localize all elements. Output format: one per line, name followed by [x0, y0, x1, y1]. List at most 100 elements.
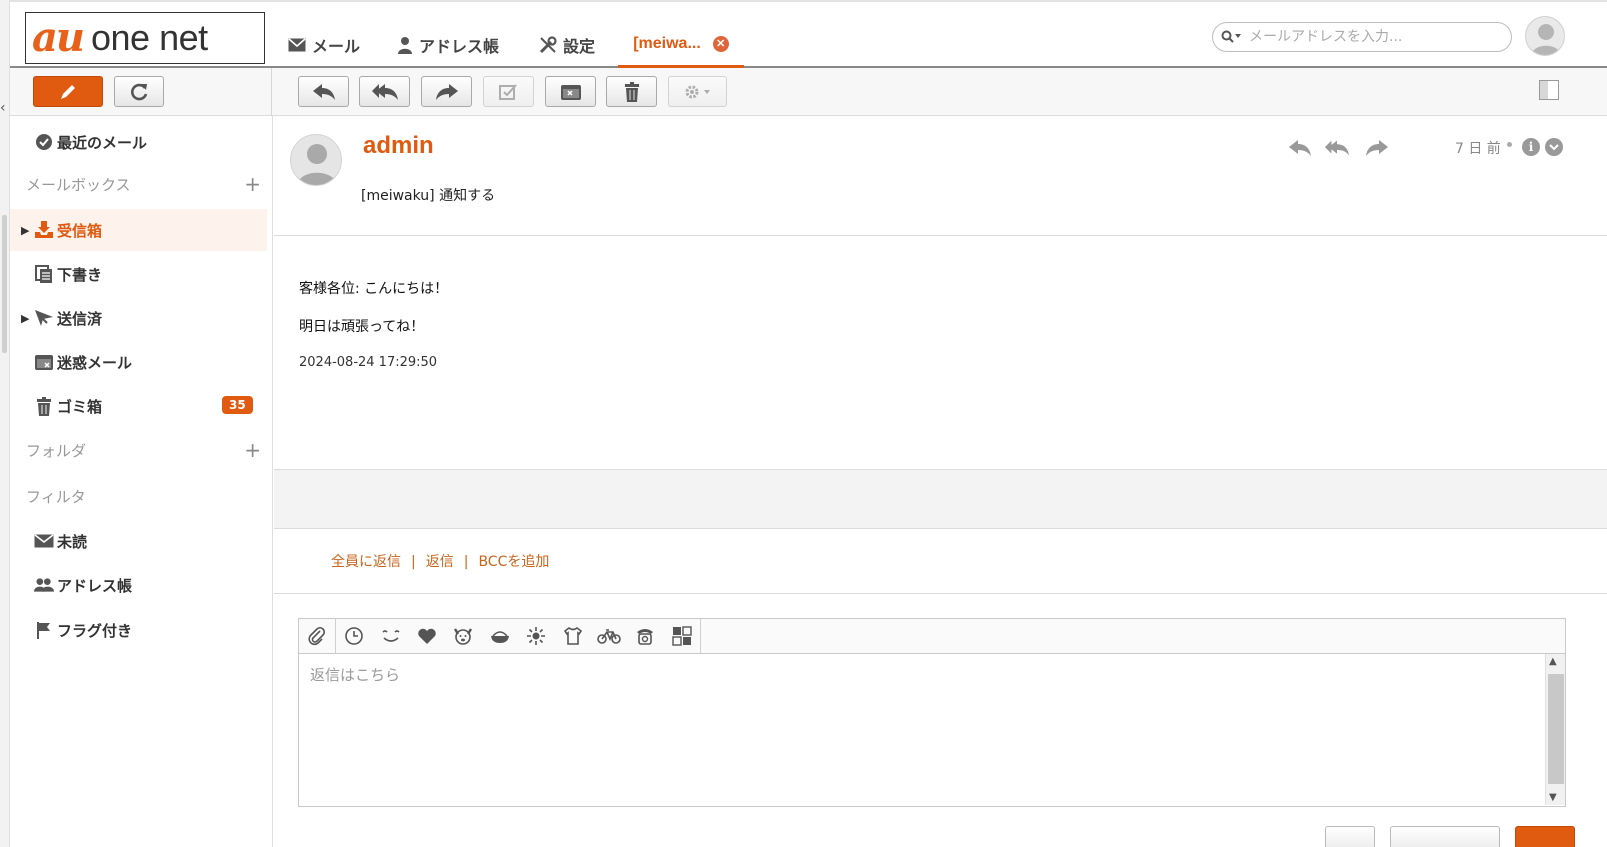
folder-section-title: フォルダ: [26, 441, 87, 460]
logo-mark: au: [32, 14, 85, 61]
sent-icon: [34, 309, 54, 327]
header-reply-all-icon[interactable]: [1324, 137, 1350, 159]
check-circle-icon: [34, 133, 54, 151]
sidebar-item-label: フラグ付き: [57, 621, 133, 640]
reply-icon: [312, 83, 336, 101]
header-forward-icon[interactable]: [1364, 137, 1390, 159]
message-body-line: 明日は頑張ってね！: [299, 319, 425, 335]
bottom-action-button[interactable]: [1325, 826, 1375, 847]
more-actions-button[interactable]: [668, 76, 727, 107]
bicycle-icon[interactable]: [591, 619, 627, 653]
add-bcc-link[interactable]: BCCを追加: [478, 554, 549, 570]
inbox-icon: [34, 221, 54, 239]
rice-bowl-icon[interactable]: [482, 619, 518, 653]
reply-divider: [274, 593, 1607, 594]
reply-editor: ▲ ▼: [298, 654, 1566, 807]
tab-address-book-label: アドレス帳: [418, 39, 499, 56]
dog-icon[interactable]: [445, 619, 481, 653]
scrollbar-thumb[interactable]: [1548, 674, 1564, 784]
smile-icon[interactable]: [372, 619, 408, 653]
filter-section-header: フィルタ: [26, 481, 261, 511]
close-circle-icon[interactable]: ✕: [712, 35, 729, 52]
trash-icon: [34, 396, 54, 416]
tab-mail[interactable]: メール: [276, 22, 372, 68]
archive-button[interactable]: [545, 76, 596, 107]
flag-icon: [34, 621, 54, 639]
message-header: [274, 116, 1607, 236]
collapse-chevron-icon[interactable]: ‹: [0, 100, 6, 116]
scroll-up-icon[interactable]: ▲: [1549, 656, 1557, 667]
sun-icon[interactable]: [518, 619, 554, 653]
send-button[interactable]: [1515, 826, 1575, 847]
link-separator: |: [463, 554, 469, 570]
chevron-down-icon[interactable]: [1545, 138, 1563, 156]
tools-icon: [539, 36, 557, 54]
phone-icon[interactable]: [627, 619, 663, 653]
app-logo[interactable]: au one net: [25, 12, 265, 64]
reply-all-icon: [371, 83, 399, 101]
info-icon[interactable]: i: [1522, 138, 1540, 156]
sidebar-item-label: ゴミ箱: [57, 397, 103, 416]
panel-scrollbar[interactable]: [2, 215, 7, 353]
compose-button[interactable]: [33, 76, 103, 107]
archive-icon: [560, 83, 582, 101]
toolbar: [10, 68, 1607, 116]
tab-settings-label: 設定: [562, 39, 595, 56]
grid-icon[interactable]: [664, 619, 700, 653]
search-input[interactable]: [1247, 28, 1497, 46]
add-mailbox-icon[interactable]: +: [244, 172, 261, 196]
header-reply-icon[interactable]: [1287, 137, 1313, 159]
tab-open-message[interactable]: [meiwa... ✕: [618, 22, 744, 68]
sidebar-item-recent[interactable]: 最近のメール: [10, 121, 267, 163]
sidebar-item-flagged[interactable]: フラグ付き: [10, 609, 267, 651]
sidebar-item-inbox[interactable]: ▶ 受信箱: [10, 209, 267, 251]
reply-all-link[interactable]: 全員に返信: [331, 554, 401, 570]
refresh-icon: [128, 81, 150, 103]
reply-all-button[interactable]: [359, 76, 410, 107]
spam-icon: [34, 353, 54, 371]
collapsed-panel-strip[interactable]: ‹: [0, 0, 10, 847]
sidebar-item-label: 下書き: [57, 265, 103, 284]
reply-scrollbar[interactable]: ▲ ▼: [1545, 654, 1565, 805]
folder-section-header: フォルダ +: [26, 435, 261, 465]
sidebar-item-sent[interactable]: ▶ 送信済: [10, 297, 267, 339]
tab-settings[interactable]: 設定: [522, 22, 612, 68]
bottom-action-button[interactable]: [1390, 826, 1500, 847]
compose-pencil-icon: [58, 82, 78, 102]
window-top-edge: [0, 0, 1607, 2]
expand-caret-icon[interactable]: ▶: [21, 312, 29, 325]
user-avatar[interactable]: [1525, 16, 1565, 56]
shirt-icon[interactable]: [554, 619, 590, 653]
sender-name[interactable]: admin: [363, 132, 434, 160]
envelope-icon: [34, 532, 54, 550]
search-icon[interactable]: [1221, 30, 1241, 44]
refresh-button[interactable]: [114, 76, 164, 107]
sidebar-item-spam[interactable]: 迷惑メール: [10, 341, 267, 383]
sidebar-item-label: アドレス帳: [57, 576, 133, 595]
sidebar-item-label: 迷惑メール: [57, 353, 133, 372]
sidebar-item-trash[interactable]: ゴミ箱 35: [10, 385, 267, 427]
sidebar-item-label: 受信箱: [57, 221, 103, 240]
reply-textarea[interactable]: [299, 654, 1544, 805]
toolbar-divider: [271, 68, 272, 116]
sidebar-item-drafts[interactable]: 下書き: [10, 253, 267, 295]
clock-icon[interactable]: [336, 619, 372, 653]
delete-button[interactable]: [606, 76, 657, 107]
search-box[interactable]: [1212, 22, 1512, 52]
layout-toggle-icon[interactable]: [1539, 80, 1559, 100]
reply-button[interactable]: [298, 76, 349, 107]
heart-icon[interactable]: [409, 619, 445, 653]
expand-caret-icon[interactable]: ▶: [21, 224, 29, 237]
sidebar-item-address-book[interactable]: アドレス帳: [10, 564, 267, 606]
mailbox-section-header: メールボックス +: [26, 169, 261, 199]
message-body-line: 客様各位: こんにちは！: [299, 281, 449, 297]
scroll-down-icon[interactable]: ▼: [1549, 792, 1557, 803]
reply-link[interactable]: 返信: [426, 554, 454, 570]
forward-button[interactable]: [421, 76, 472, 107]
mark-read-button[interactable]: [483, 76, 534, 107]
add-folder-icon[interactable]: +: [244, 438, 261, 462]
link-separator: |: [411, 554, 416, 570]
tab-address-book[interactable]: アドレス帳: [384, 22, 512, 68]
sidebar-item-unread[interactable]: 未読: [10, 520, 267, 562]
attachment-icon[interactable]: [299, 619, 336, 653]
